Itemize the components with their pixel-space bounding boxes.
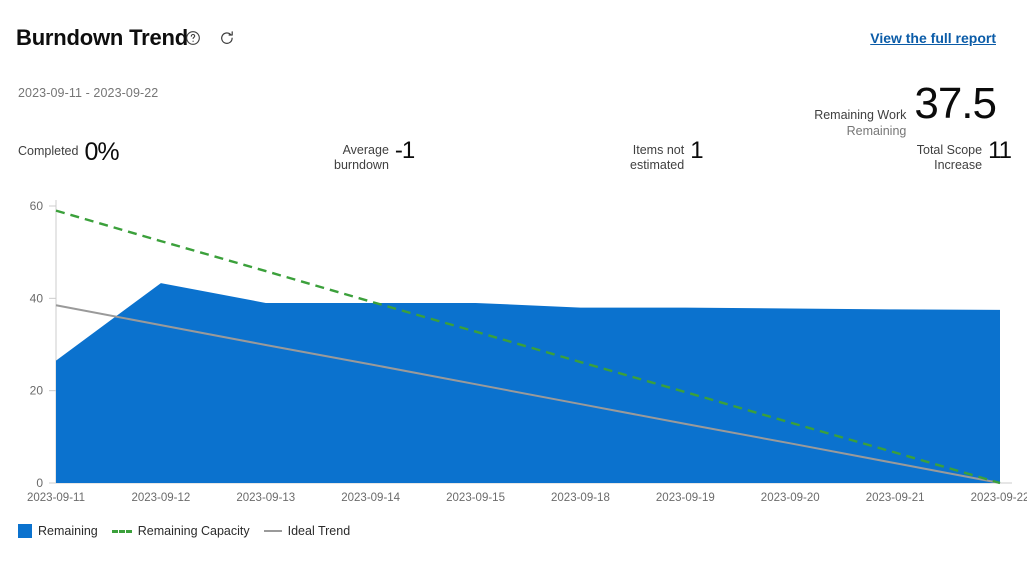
metric-completed-label: Completed	[18, 144, 79, 158]
x-tick-label: 2023-09-19	[656, 492, 715, 504]
x-tick-label: 2023-09-15	[446, 492, 505, 504]
y-tick-label: 0	[36, 476, 43, 490]
metric-remaining-work-label-line1: Remaining Work	[814, 108, 907, 122]
legend-label-remaining: Remaining	[38, 524, 98, 538]
legend-item-ideal-trend[interactable]: Ideal Trend	[263, 524, 351, 538]
metric-average-burndown-label: Average burndown	[334, 143, 389, 172]
date-range-label: 2023-09-11 - 2023-09-22	[18, 86, 159, 100]
help-circle-icon[interactable]	[185, 30, 201, 46]
metric-items-not-estimated: Items not estimated 1	[630, 137, 704, 172]
panel-header: Burndown Trend View the full report	[0, 0, 1027, 62]
y-tick-label: 60	[30, 199, 44, 213]
page-title: Burndown Trend	[16, 25, 188, 50]
metric-total-scope-increase: Total Scope Increase 11	[916, 137, 1012, 172]
y-axis-ticks: 0 20 40 60	[30, 199, 56, 490]
chart-legend: Remaining Remaining Capacity Ideal Trend	[18, 524, 350, 538]
metric-remaining-work-value: 37.5	[914, 79, 997, 128]
legend-label-remaining-capacity: Remaining Capacity	[137, 524, 250, 538]
legend-swatch-remaining-capacity-icon	[111, 529, 132, 533]
burndown-chart-svg: 0204060 2023-09-11 2023-09-12 2023-09-13 20…	[27, 199, 1027, 504]
metric-completed: Completed 0%	[18, 138, 120, 166]
metric-remaining-work-label: Remaining Work Remaining	[814, 88, 906, 155]
legend-swatch-ideal-trend-icon	[263, 530, 282, 532]
burndown-chart: 0 20 40 60 2023-09-11 2023-09-12 2023-09-13 20…	[0, 190, 1027, 510]
metric-average-burndown: Average burndown -1	[334, 137, 415, 172]
x-tick-label: 2023-09-18	[551, 492, 610, 504]
metric-items-not-estimated-value: 1	[690, 137, 703, 164]
metric-items-not-estimated-label: Items not estimated	[630, 143, 685, 172]
metric-total-scope-increase-label: Total Scope Increase	[916, 143, 983, 172]
x-axis-ticks: 2023-09-11 2023-09-12 2023-09-13 2023-09-14…	[27, 492, 1027, 504]
y-tick-label: 20	[30, 384, 44, 398]
metric-total-scope-increase-value: 11	[988, 137, 1012, 164]
refresh-icon[interactable]	[219, 30, 235, 46]
y-tick-label: 40	[30, 291, 44, 305]
legend-label-ideal-trend: Ideal Trend	[287, 524, 351, 538]
legend-swatch-remaining-icon	[18, 524, 32, 538]
x-tick-label: 2023-09-20	[761, 492, 820, 504]
legend-item-remaining-capacity[interactable]: Remaining Capacity	[111, 524, 250, 538]
x-tick-label: 2023-09-14	[341, 492, 400, 504]
metric-completed-value: 0%	[84, 138, 119, 166]
legend-item-remaining[interactable]: Remaining	[18, 524, 98, 538]
x-tick-label: 2023-09-12	[131, 492, 190, 504]
metric-average-burndown-value: -1	[394, 137, 415, 164]
series-remaining-area	[56, 283, 1000, 483]
metric-remaining-work-label-line2: Remaining	[846, 124, 907, 138]
x-tick-label: 2023-09-13	[236, 492, 295, 504]
x-tick-label: 2023-09-22	[971, 492, 1027, 504]
view-full-report-link[interactable]: View the full report	[870, 30, 996, 46]
x-tick-label: 2023-09-21	[866, 492, 925, 504]
x-tick-label: 2023-09-11	[27, 492, 85, 504]
